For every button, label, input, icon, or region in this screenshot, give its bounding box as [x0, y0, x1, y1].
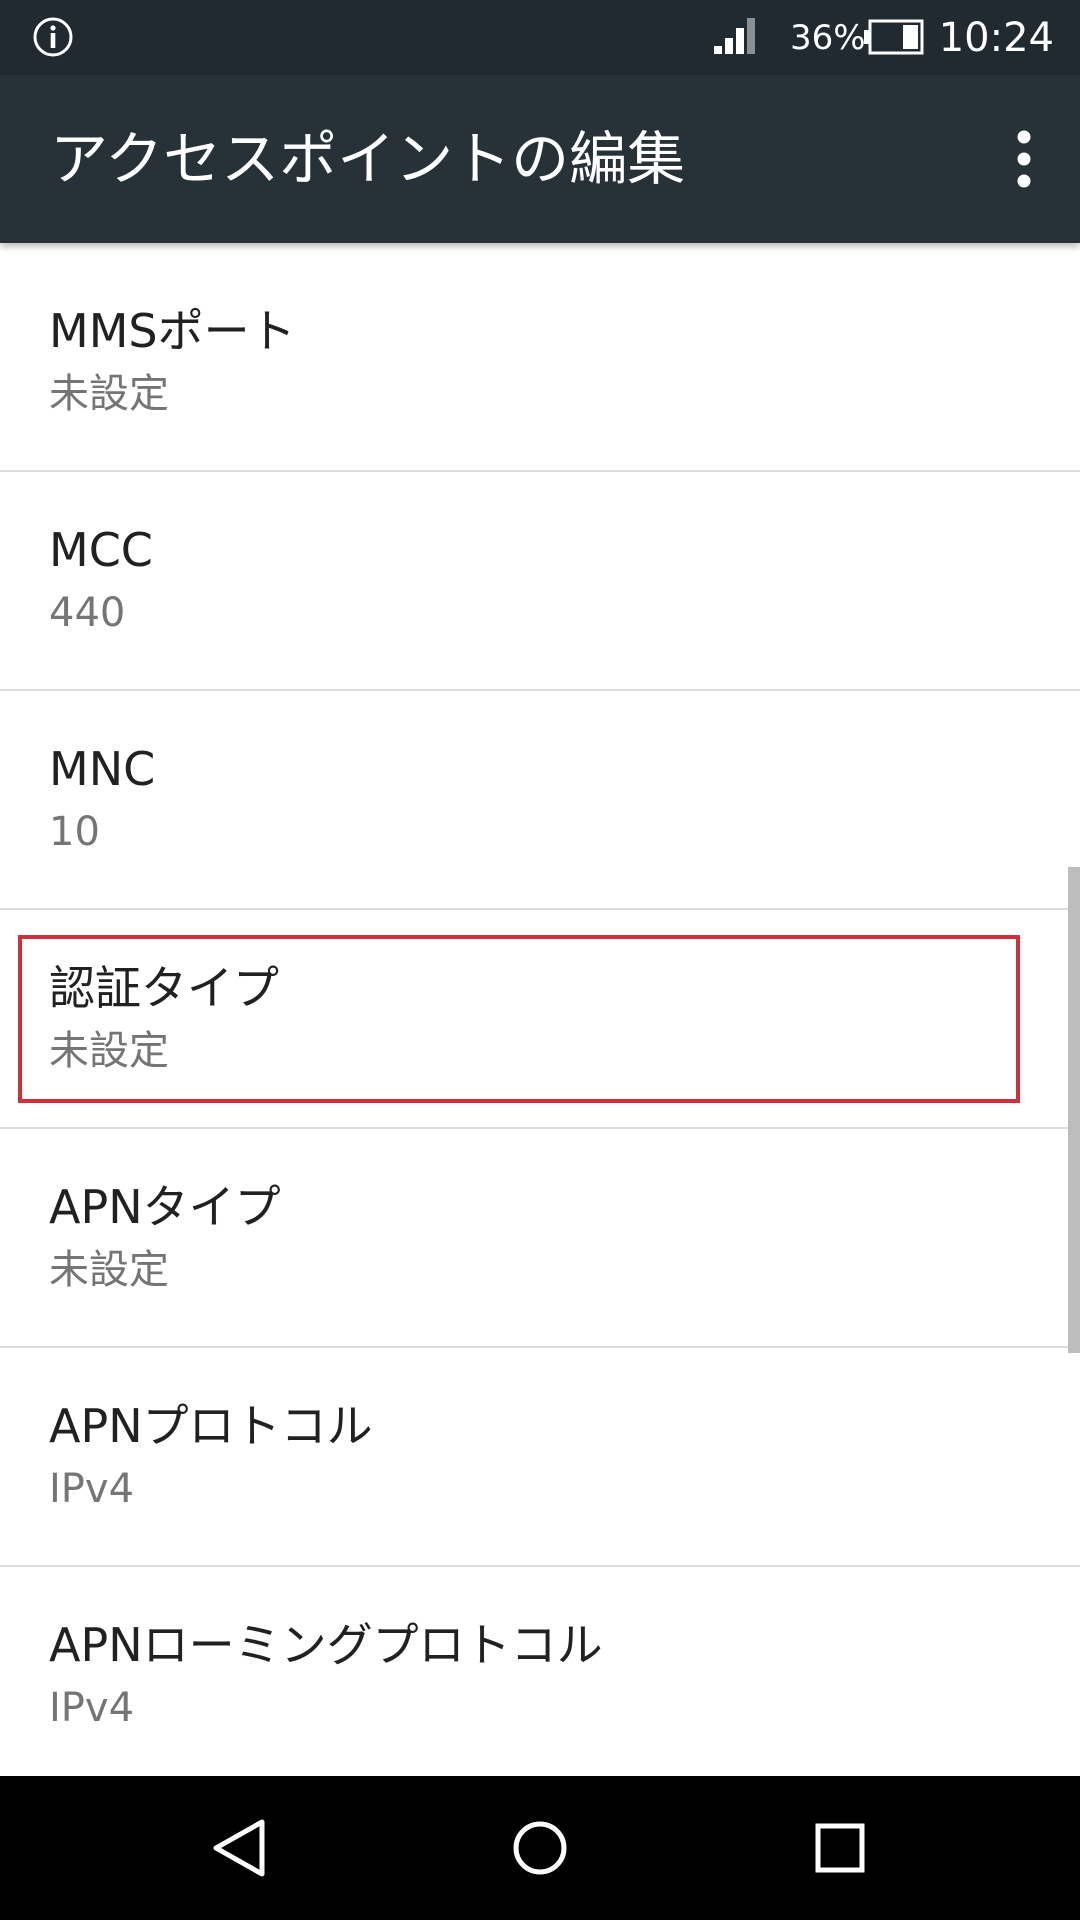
- item-title: APNプロトコル: [49, 1399, 373, 1453]
- recents-square-icon[interactable]: [790, 1798, 890, 1898]
- scrollbar[interactable]: [1068, 867, 1080, 1353]
- list-item-apn-roaming-protocol[interactable]: APNローミングプロトコル IPv4: [0, 1567, 1080, 1776]
- item-value: 未設定: [49, 1247, 169, 1293]
- more-vert-icon[interactable]: [984, 119, 1064, 199]
- item-title: APNローミングプロトコル: [49, 1618, 603, 1672]
- item-title: APNタイプ: [49, 1180, 281, 1234]
- item-title: MCC: [49, 523, 153, 577]
- home-circle-icon[interactable]: [490, 1798, 590, 1898]
- list-item-mms-port[interactable]: MMSポート 未設定: [0, 253, 1080, 472]
- info-circle-icon: [33, 17, 73, 57]
- list-item-apn-protocol[interactable]: APNプロトコル IPv4: [0, 1348, 1080, 1567]
- list-item-apn-type[interactable]: APNタイプ 未設定: [0, 1129, 1080, 1348]
- item-value: 未設定: [49, 1028, 169, 1074]
- settings-list[interactable]: MMSポート 未設定 MCC 440 MNC 10 認証タイプ 未設定 APNタ…: [0, 253, 1080, 1776]
- list-item-mnc[interactable]: MNC 10: [0, 691, 1080, 910]
- nav-bar: [0, 1776, 1080, 1920]
- status-bar: 36% 10:24: [0, 0, 1080, 75]
- page-title: アクセスポイントの編集: [50, 125, 686, 193]
- battery-percent: 36%: [790, 18, 866, 58]
- status-clock: 10:24: [938, 15, 1054, 61]
- back-triangle-icon[interactable]: [190, 1798, 290, 1898]
- item-value: 10: [49, 809, 100, 855]
- item-value: IPv4: [49, 1466, 135, 1512]
- item-title: MMSポート: [49, 304, 296, 358]
- item-title: 認証タイプ: [49, 961, 279, 1015]
- phone-screen: 36% 10:24 アクセスポイントの編集 MMSポート 未設定 MCC 440…: [0, 0, 1080, 1920]
- battery-icon: [864, 19, 924, 55]
- list-item-auth-type[interactable]: 認証タイプ 未設定: [0, 910, 1080, 1129]
- item-value: 440: [49, 590, 126, 636]
- cell-signal-icon: [714, 18, 755, 54]
- app-bar: アクセスポイントの編集: [0, 75, 1080, 243]
- item-value: 未設定: [49, 371, 169, 417]
- item-value: IPv4: [49, 1685, 135, 1731]
- list-item-mcc[interactable]: MCC 440: [0, 472, 1080, 691]
- item-title: MNC: [49, 742, 156, 796]
